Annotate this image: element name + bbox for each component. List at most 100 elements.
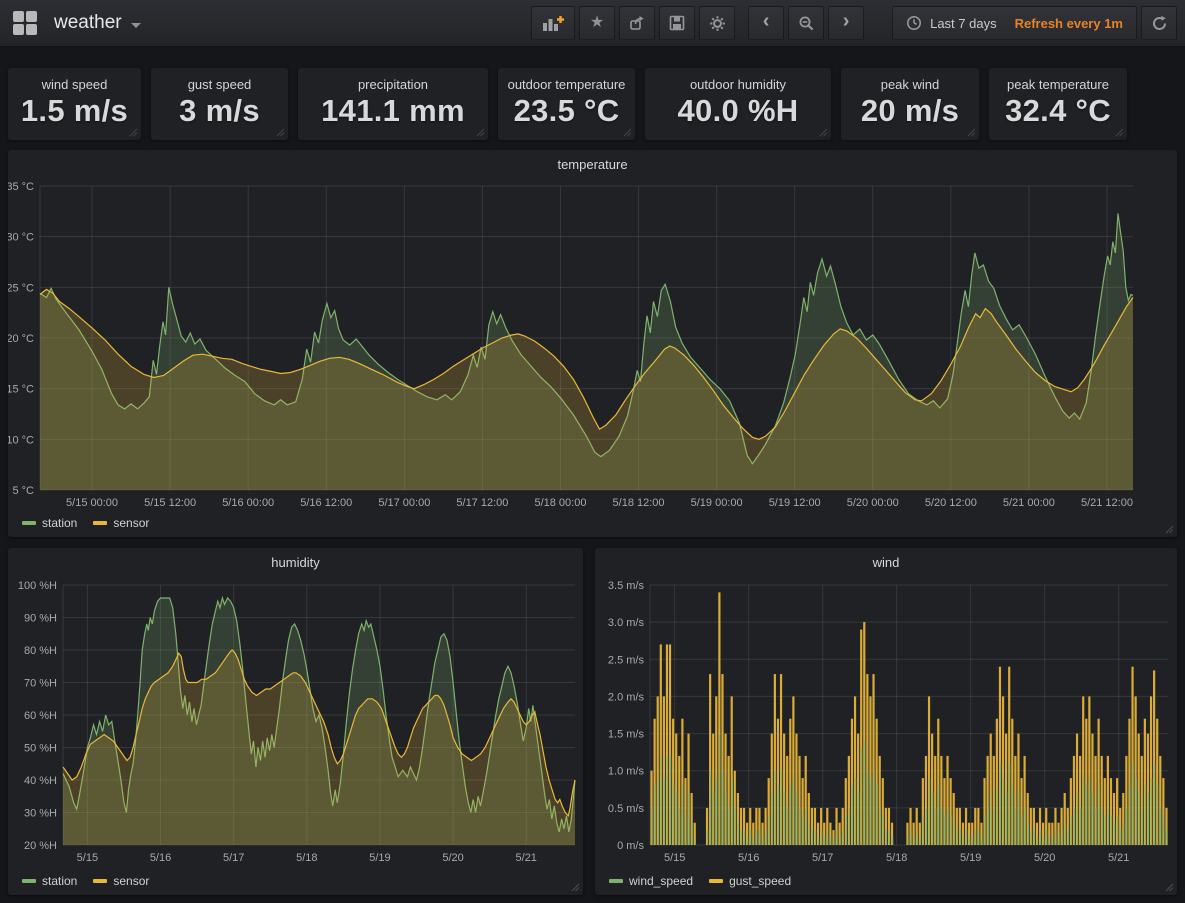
resize-handle-icon[interactable] — [967, 128, 976, 137]
resize-handle-icon[interactable] — [276, 128, 285, 137]
save-button[interactable] — [659, 6, 695, 40]
bar-wind_speed — [1157, 786, 1158, 845]
stat-panel-wind-speed[interactable]: wind speed 1.5 m/s — [8, 68, 141, 140]
y-axis-label: 90 %H — [24, 613, 57, 625]
bar-wind_speed — [1025, 808, 1026, 845]
bar-wind_speed — [923, 815, 924, 845]
x-axis-label: 5/19 — [369, 852, 390, 864]
bar-wind_speed — [747, 838, 748, 845]
wind-chart-plot[interactable]: 3.5 m/s3.0 m/s2.5 m/s2.0 m/s1.5 m/s1.0 m… — [595, 548, 1177, 895]
chevron-right-icon: › — [843, 10, 850, 33]
share-button[interactable] — [619, 6, 655, 40]
legend-item-wind_speed[interactable]: wind_speed — [609, 874, 693, 888]
bar-wind_speed — [1068, 830, 1069, 845]
bar-wind_speed — [710, 771, 711, 845]
bar-wind_speed — [1108, 808, 1109, 845]
bar-wind_speed — [929, 778, 930, 845]
bar-wind_speed — [880, 808, 881, 845]
bar-wind_speed — [695, 838, 696, 845]
bar-wind_speed — [1018, 793, 1019, 845]
temperature-chart-plot[interactable]: 35 °C30 °C25 °C20 °C15 °C10 °C5 °C5/15 0… — [8, 150, 1177, 537]
resize-handle-icon[interactable] — [1165, 525, 1174, 534]
stat-panel-precipitation[interactable]: precipitation 141.1 mm — [298, 68, 488, 140]
bar-wind_speed — [870, 778, 871, 845]
x-axis-label: 5/19 12:00 — [769, 497, 821, 509]
bar-wind_speed — [963, 838, 964, 845]
x-axis-label: 5/20 — [1034, 852, 1055, 864]
x-axis-label: 5/17 00:00 — [378, 497, 430, 509]
bar-wind_speed — [914, 838, 915, 845]
bar-wind_speed — [1022, 815, 1023, 845]
stat-title: wind speed — [8, 77, 141, 92]
legend-item-sensor[interactable]: sensor — [93, 874, 149, 888]
bar-wind_speed — [781, 771, 782, 845]
magnifier-minus-icon — [798, 15, 815, 32]
resize-handle-icon[interactable] — [476, 128, 485, 137]
stat-panel-outdoor-temperature[interactable]: outdoor temperature 23.5 °C — [498, 68, 635, 140]
bar-wind_speed — [1077, 793, 1078, 845]
bar-wind_speed — [1062, 830, 1063, 845]
x-axis-label: 5/20 12:00 — [925, 497, 977, 509]
legend-label: gust_speed — [729, 874, 791, 888]
bar-wind_speed — [932, 793, 933, 845]
resize-handle-icon[interactable] — [819, 128, 828, 137]
humidity-chart-plot[interactable]: 100 %H90 %H80 %H70 %H60 %H50 %H40 %H30 %… — [8, 548, 583, 895]
add-panel-button[interactable] — [531, 6, 575, 40]
gear-icon — [709, 15, 726, 32]
bar-wind_speed — [877, 786, 878, 845]
y-axis-label: 60 %H — [24, 710, 57, 722]
bar-wind_speed — [722, 771, 723, 845]
bar-wind_speed — [917, 830, 918, 845]
navbar-actions: ★ ‹ — [527, 6, 1177, 40]
bar-wind_speed — [1080, 808, 1081, 845]
bar-wind_speed — [1111, 815, 1112, 845]
star-button[interactable]: ★ — [579, 6, 615, 40]
time-forward-button[interactable]: › — [828, 6, 864, 40]
caret-down-icon — [131, 23, 141, 28]
y-axis-label: 2.0 m/s — [608, 691, 645, 703]
y-axis-label: 3.0 m/s — [608, 617, 645, 629]
refresh-button[interactable] — [1141, 6, 1177, 40]
legend-item-sensor[interactable]: sensor — [93, 516, 149, 530]
dashboard-title-dropdown[interactable]: weather — [54, 12, 141, 34]
bar-wind_speed — [772, 793, 773, 845]
resize-handle-icon[interactable] — [1165, 883, 1174, 892]
bar-wind_speed — [852, 786, 853, 845]
legend-item-station[interactable]: station — [22, 874, 77, 888]
resize-handle-icon[interactable] — [623, 128, 632, 137]
x-axis-label: 5/18 00:00 — [534, 497, 586, 509]
x-axis-label: 5/18 — [296, 852, 317, 864]
panel-title-wind[interactable]: wind — [595, 551, 1177, 575]
bar-wind_speed — [948, 808, 949, 845]
bar-wind_speed — [985, 815, 986, 845]
panel-title-humidity[interactable]: humidity — [8, 551, 583, 575]
time-back-button[interactable]: ‹ — [748, 6, 784, 40]
resize-handle-icon[interactable] — [571, 883, 580, 892]
grafana-grid-logo-icon[interactable] — [13, 11, 37, 35]
settings-button[interactable] — [699, 6, 735, 40]
bar-wind_speed — [1151, 778, 1152, 845]
legend-item-gust_speed[interactable]: gust_speed — [709, 874, 791, 888]
bar-chart-plus-icon — [542, 15, 564, 32]
bar-wind_speed — [769, 815, 770, 845]
stat-title: precipitation — [298, 77, 488, 92]
stat-panel-peak-wind[interactable]: peak wind 20 m/s — [841, 68, 979, 140]
stat-panel-outdoor-humidity[interactable]: outdoor humidity 40.0 %H — [645, 68, 831, 140]
stat-panel-gust-speed[interactable]: gust speed 3 m/s — [151, 68, 288, 140]
panel-title-temperature[interactable]: temperature — [8, 153, 1177, 177]
stat-panel-peak-temperature[interactable]: peak temperature 32.4 °C — [989, 68, 1127, 140]
bar-wind_speed — [1166, 830, 1167, 845]
bar-wind_speed — [827, 830, 828, 845]
resize-handle-icon[interactable] — [129, 128, 138, 137]
bar-wind_speed — [1006, 793, 1007, 845]
legend-label: sensor — [113, 874, 149, 888]
zoom-out-button[interactable] — [788, 6, 824, 40]
resize-handle-icon[interactable] — [1115, 128, 1124, 137]
bar-wind_speed — [938, 786, 939, 845]
bar-wind_speed — [1163, 815, 1164, 845]
timepicker-button[interactable]: Last 7 days Refresh every 1m — [892, 6, 1137, 40]
bar-wind_speed — [1123, 823, 1124, 845]
legend-item-station[interactable]: station — [22, 516, 77, 530]
x-axis-label: 5/17 12:00 — [456, 497, 508, 509]
bar-wind_speed — [994, 808, 995, 845]
